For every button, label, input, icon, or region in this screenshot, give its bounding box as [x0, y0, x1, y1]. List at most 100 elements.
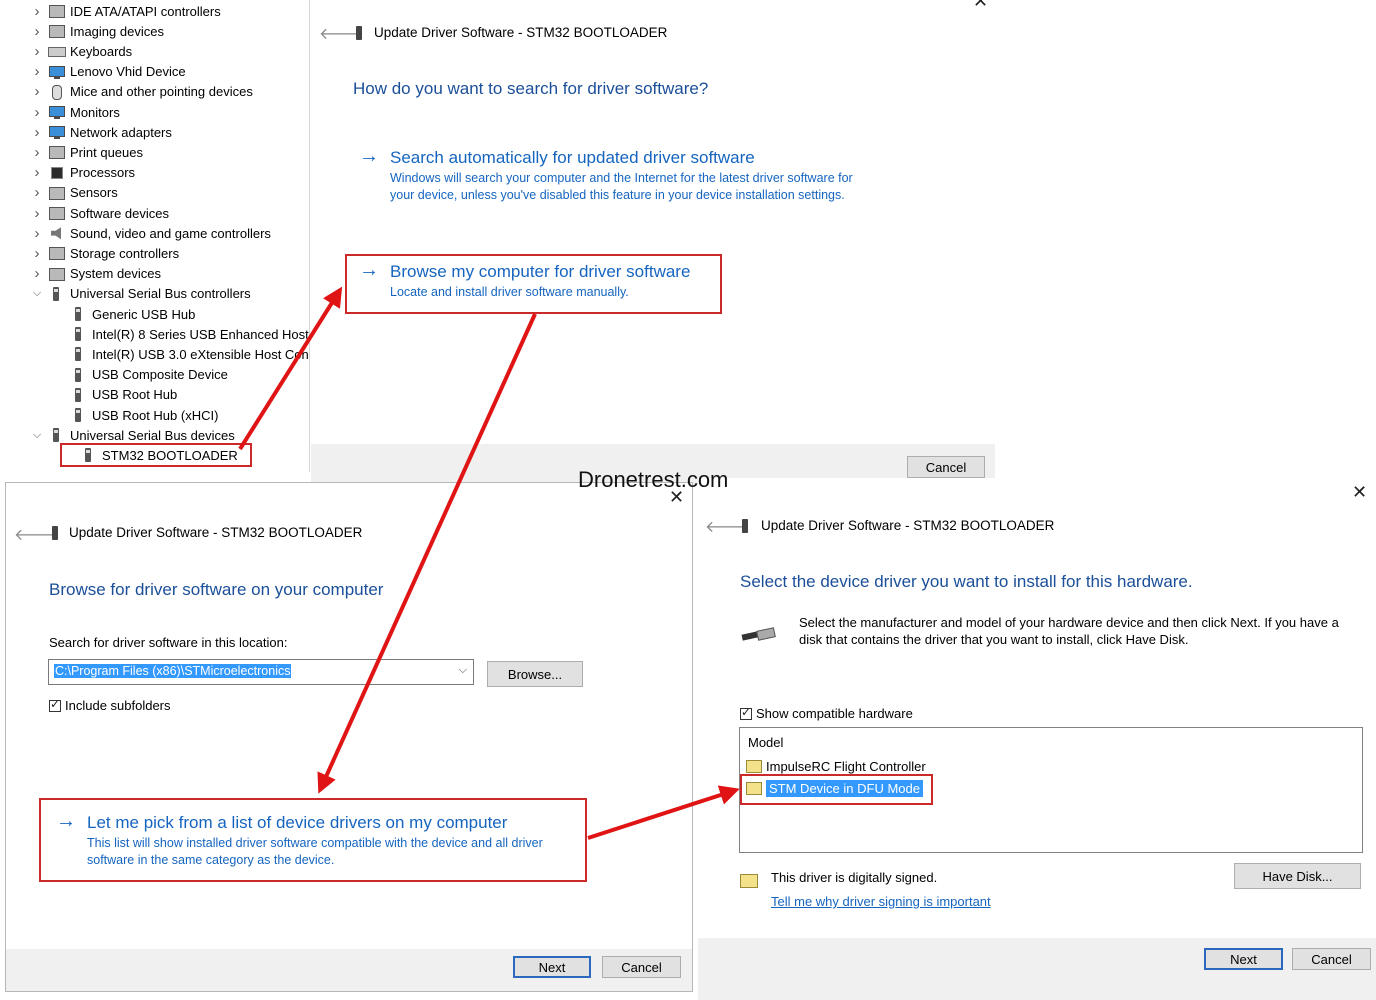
tree-item[interactable]: Intel(R) USB 3.0 eXtensible Host Control…: [52, 344, 310, 364]
driver-signed-text: This driver is digitally signed.: [771, 870, 938, 885]
dialog2-cancel-button[interactable]: Cancel: [602, 956, 681, 978]
signed-driver-icon: [740, 874, 758, 888]
driver-signing-link[interactable]: Tell me why driver signing is important: [771, 894, 991, 909]
close-icon[interactable]: ✕: [973, 0, 988, 12]
chevron-right-icon[interactable]: ›: [30, 3, 44, 20]
device-manager-tree: › IDE ATA/ATAPI controllers › Imaging devic…: [0, 0, 310, 472]
keyboard-icon-shape: [48, 47, 66, 58]
driver-path-combobox[interactable]: C:\Program Files (x86)\STMicroelectronic…: [48, 659, 474, 685]
option-auto-title: Search automatically for updated driver …: [390, 148, 755, 167]
include-subfolders-checkbox[interactable]: Include subfolders: [49, 697, 171, 713]
show-compatible-label: Show compatible hardware: [756, 706, 913, 721]
tree-item[interactable]: › Sound, video and game controllers: [30, 223, 271, 243]
browse-button[interactable]: Browse...: [487, 661, 583, 687]
usb-icon-shape: [75, 307, 81, 321]
dialog-search-method: 🡐 Update Driver Software - STM32 BOOTLOA…: [311, 0, 995, 486]
usb-icon-shape: [75, 408, 81, 422]
system-icon: [48, 267, 65, 281]
tree-item-label: Intel(R) 8 Series USB Enhanced Host Cont…: [92, 326, 310, 342]
dialog-browse-computer: ✕ 🡐 Update Driver Software - STM32 BOOTL…: [5, 482, 693, 992]
usb-icon-shape: [53, 286, 59, 301]
chevron-right-icon[interactable]: ›: [30, 124, 44, 141]
tree-item[interactable]: Generic USB Hub: [52, 304, 195, 324]
chevron-down-icon[interactable]: ⌵: [30, 429, 44, 442]
monitor-icon-shape: [49, 126, 65, 140]
tree-item-label: Monitors: [70, 104, 120, 120]
tree-item[interactable]: STM32 BOOTLOADER: [60, 443, 252, 468]
checkbox-checked-icon[interactable]: [49, 697, 61, 712]
tree-item-label: Generic USB Hub: [92, 306, 196, 322]
tree-item[interactable]: › Print queues: [30, 142, 144, 162]
dialog2-title: Update Driver Software - STM32 BOOTLOADE…: [69, 525, 363, 540]
tree-item[interactable]: › Imaging devices: [30, 21, 164, 41]
tree-item[interactable]: › IDE ATA/ATAPI controllers: [30, 1, 221, 21]
usb-icon-shape: [85, 448, 91, 463]
usb-icon-shape: [53, 428, 59, 443]
chevron-right-icon[interactable]: ›: [30, 144, 44, 161]
tree-item[interactable]: Intel(R) 8 Series USB Enhanced Host Cont…: [52, 324, 310, 344]
model-item-impulserc[interactable]: ImpulseRC Flight Controller: [746, 759, 926, 774]
chip-icon: [48, 166, 65, 180]
tree-item[interactable]: › Processors: [30, 163, 136, 183]
dialog3-next-button[interactable]: Next: [1204, 948, 1283, 970]
dialog-select-driver: ✕ 🡐 Update Driver Software - STM32 BOOTL…: [698, 478, 1376, 1000]
speaker-icon: [48, 226, 65, 240]
tree-item[interactable]: › Network adapters: [30, 122, 172, 142]
monitor-icon-shape: [49, 65, 65, 79]
chevron-right-icon[interactable]: ›: [30, 164, 44, 181]
usb-cable-head-icon: [756, 627, 776, 641]
chevron-right-icon[interactable]: ›: [30, 83, 44, 100]
tree-item[interactable]: USB Root Hub (xHCI): [52, 405, 218, 425]
chevron-right-icon[interactable]: ›: [30, 63, 44, 80]
tree-item-label: Sound, video and game controllers: [70, 225, 271, 241]
tree-item[interactable]: USB Composite Device: [52, 365, 228, 385]
chevron-right-icon[interactable]: ›: [30, 225, 44, 242]
tree-item[interactable]: USB Root Hub: [52, 385, 177, 405]
tree-item[interactable]: › Mice and other pointing devices: [30, 82, 253, 102]
dialog1-cancel-button[interactable]: Cancel: [907, 456, 985, 478]
option-pick-from-list[interactable]: → Let me pick from a list of device driv…: [56, 810, 581, 875]
option-pick-title: Let me pick from a list of device driver…: [87, 813, 508, 832]
tree-item[interactable]: › Storage controllers: [30, 243, 180, 263]
sensor-icon-shape: [49, 186, 65, 200]
driver-path-input[interactable]: C:\Program Files (x86)\STMicroelectronic…: [54, 664, 292, 678]
tree-item[interactable]: › Lenovo Vhid Device: [30, 62, 186, 82]
usb-icon: [70, 307, 87, 321]
usb-device-icon: [742, 519, 748, 533]
chevron-right-icon[interactable]: ›: [30, 184, 44, 201]
tree-item[interactable]: › System devices: [30, 264, 162, 284]
close-icon[interactable]: ✕: [1352, 482, 1367, 503]
dialog2-next-button[interactable]: Next: [513, 956, 591, 978]
checkbox-checked-icon[interactable]: [740, 705, 752, 720]
tree-item[interactable]: ⌵ Universal Serial Bus controllers: [30, 284, 251, 304]
tree-item[interactable]: › Monitors: [30, 102, 120, 122]
dialog2-heading: Browse for driver software on your compu…: [49, 580, 384, 599]
tree-item-label: Lenovo Vhid Device: [70, 64, 186, 80]
chevron-down-icon[interactable]: ⌵: [459, 664, 467, 677]
tree-item-label: Processors: [70, 165, 136, 181]
chevron-down-icon[interactable]: ⌵: [30, 287, 44, 300]
dialog3-heading: Select the device driver you want to ins…: [740, 572, 1193, 591]
chevron-right-icon[interactable]: ›: [30, 265, 44, 282]
search-location-label: Search for driver software in this locat…: [49, 635, 288, 650]
dialog3-instructions: Select the manufacturer and model of you…: [799, 615, 1339, 647]
tree-item-label: Print queues: [70, 144, 143, 160]
show-compatible-checkbox[interactable]: Show compatible hardware: [740, 705, 913, 721]
tree-item-label: Keyboards: [70, 43, 133, 59]
chevron-right-icon[interactable]: ›: [30, 43, 44, 60]
chevron-right-icon[interactable]: ›: [30, 23, 44, 40]
tree-item[interactable]: › Keyboards: [30, 41, 133, 61]
chevron-right-icon[interactable]: ›: [30, 104, 44, 121]
usb-icon-shape: [75, 327, 81, 342]
back-arrow-icon[interactable]: 🡐: [14, 524, 57, 545]
keyboard-icon: [48, 44, 66, 58]
option-browse-computer[interactable]: → Browse my computer for driver software…: [359, 259, 719, 306]
have-disk-button[interactable]: Have Disk...: [1234, 863, 1361, 889]
chevron-right-icon[interactable]: ›: [30, 245, 44, 262]
chevron-right-icon[interactable]: ›: [30, 205, 44, 222]
dialog3-cancel-button[interactable]: Cancel: [1292, 948, 1371, 970]
tree-item[interactable]: › Sensors: [30, 183, 118, 203]
tree-item[interactable]: › Software devices: [30, 203, 170, 223]
tree-item[interactable]: ⌵ Universal Serial Bus devices: [30, 425, 235, 445]
mouse-icon-shape: [52, 84, 62, 100]
